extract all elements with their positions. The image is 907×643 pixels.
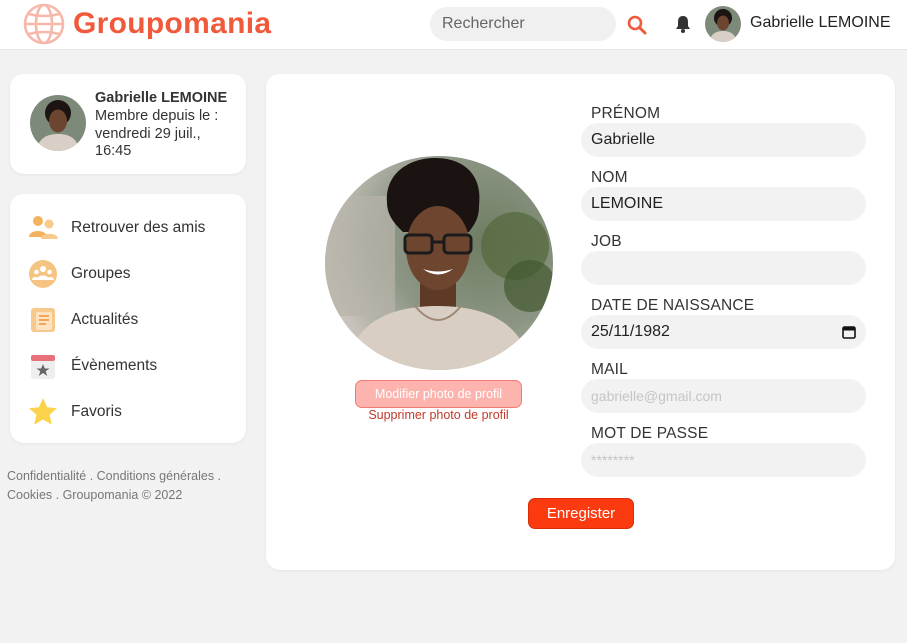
lastname-input[interactable] xyxy=(591,195,856,213)
sidebar-item-friends[interactable]: Retrouver des amis xyxy=(27,211,205,245)
search-icon[interactable] xyxy=(626,14,648,36)
password-field[interactable] xyxy=(581,443,866,477)
sidebar-item-label: Évènements xyxy=(71,357,158,374)
delete-photo-link[interactable]: Supprimer photo de profil xyxy=(366,408,511,422)
sidebar-item-favorites[interactable]: Favoris xyxy=(27,395,122,429)
sidebar-item-events[interactable]: Évènements xyxy=(27,349,157,383)
footer-links[interactable]: Confidentialité . Conditions générales .… xyxy=(7,467,237,505)
search-input[interactable] xyxy=(430,7,616,41)
top-bar: Groupomania Gabrielle LEMOINE xyxy=(0,0,907,50)
header-user-name[interactable]: Gabrielle LEMOINE xyxy=(750,14,891,32)
save-button[interactable]: Enregister xyxy=(528,498,634,529)
sidebar-item-label: Favoris xyxy=(71,403,122,420)
brand-name: Groupomania xyxy=(73,7,272,40)
password-input[interactable] xyxy=(591,452,856,468)
sidebar-item-groups[interactable]: Groupes xyxy=(27,257,130,291)
birthdate-input[interactable] xyxy=(591,323,842,341)
job-input[interactable] xyxy=(591,259,856,277)
mail-label: MAIL xyxy=(591,361,628,378)
calendar-icon[interactable] xyxy=(842,325,856,339)
profile-photo xyxy=(325,156,553,370)
password-label: MOT DE PASSE xyxy=(591,425,709,442)
sidebar-menu: Retrouver des amis Groupes Actualités Év… xyxy=(10,194,246,443)
job-field[interactable] xyxy=(581,251,866,285)
profile-name: Gabrielle LEMOINE xyxy=(95,90,228,106)
birthdate-label: DATE DE NAISSANCE xyxy=(591,297,755,314)
job-label: JOB xyxy=(591,233,622,250)
globe-icon xyxy=(23,3,65,45)
sidebar-item-label: Retrouver des amis xyxy=(71,219,206,236)
avatar[interactable] xyxy=(705,6,741,42)
firstname-field[interactable] xyxy=(581,123,866,157)
news-icon xyxy=(27,304,59,336)
brand-logo[interactable]: Groupomania xyxy=(22,2,271,46)
lastname-label: NOM xyxy=(591,169,628,186)
modify-photo-button[interactable]: Modifier photo de profil xyxy=(355,380,522,408)
avatar[interactable] xyxy=(30,95,86,151)
calendar-icon xyxy=(27,350,59,382)
groups-icon xyxy=(27,258,59,290)
star-icon xyxy=(27,396,59,428)
sidebar-item-label: Actualités xyxy=(71,311,139,328)
bell-icon[interactable] xyxy=(674,14,692,34)
member-since-text: Membre depuis le : vendredi 29 juil., 16… xyxy=(95,108,219,159)
lastname-field[interactable] xyxy=(581,187,866,221)
firstname-input[interactable] xyxy=(591,131,856,149)
birthdate-field[interactable] xyxy=(581,315,866,349)
mail-input[interactable] xyxy=(591,388,856,404)
sidebar-item-news[interactable]: Actualités xyxy=(27,303,138,337)
edit-profile-card: Modifier photo de profil Supprimer photo… xyxy=(266,74,895,570)
profile-card: Gabrielle LEMOINE Membre depuis le : ven… xyxy=(10,74,246,174)
friends-icon xyxy=(27,212,59,244)
sidebar-item-label: Groupes xyxy=(71,265,131,282)
mail-field[interactable] xyxy=(581,379,866,413)
firstname-label: PRÉNOM xyxy=(591,105,661,122)
